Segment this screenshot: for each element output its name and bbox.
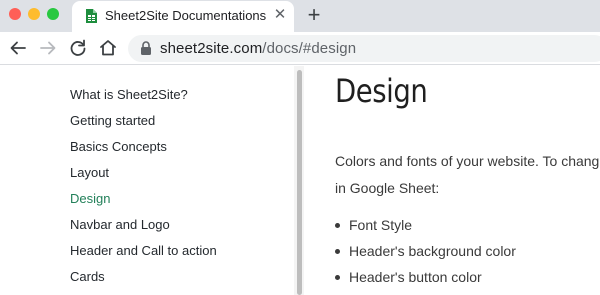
browser-toolbar: sheet2site.com/docs/#design	[0, 32, 600, 65]
list-item-text: Font Style	[349, 217, 413, 233]
intro-line: Colors and fonts of your website. To cha…	[335, 153, 600, 169]
url-path: /docs/#design	[262, 40, 357, 57]
list-item: Header's button color	[335, 264, 516, 290]
sidebar-item-header-and-call-to-action[interactable]: Header and Call to action	[70, 241, 217, 267]
browser-tab-active[interactable]: Sheet2Site Documentations ✕	[72, 1, 294, 32]
intro-line: in Google Sheet:	[335, 180, 440, 196]
new-tab-button[interactable]: +	[303, 3, 325, 27]
docs-main: Design Colors and fonts of your website.…	[335, 66, 600, 295]
list-item-text: Header's background color	[349, 243, 516, 259]
lock-icon[interactable]	[140, 41, 152, 55]
list-item: Font Style	[335, 212, 516, 238]
sidebar-item-layout[interactable]: Layout	[70, 163, 217, 189]
sheets-favicon-icon	[86, 9, 97, 23]
maximize-window-button[interactable]	[47, 8, 59, 20]
close-tab-icon[interactable]: ✕	[270, 5, 290, 25]
sidebar-item-cards[interactable]: Cards	[70, 267, 217, 293]
sidebar-item-getting-started[interactable]: Getting started	[70, 111, 217, 137]
design-options-list: Font Style Header's background color Hea…	[335, 212, 516, 290]
address-bar[interactable]: sheet2site.com/docs/#design	[128, 35, 600, 62]
page-title: Design	[335, 72, 428, 110]
sidebar-scrollbar-thumb[interactable]	[297, 70, 302, 295]
reload-icon[interactable]	[66, 36, 90, 60]
minimize-window-button[interactable]	[28, 8, 40, 20]
bullet-icon	[335, 275, 340, 280]
tab-title: Sheet2Site Documentations	[105, 8, 267, 23]
sidebar-item-navbar-and-logo[interactable]: Navbar and Logo	[70, 215, 217, 241]
close-window-button[interactable]	[9, 8, 21, 20]
list-item: Header's background color	[335, 238, 516, 264]
back-arrow-icon[interactable]	[6, 36, 30, 60]
page-content: What is Sheet2Site? Getting started Basi…	[0, 66, 600, 295]
docs-sidebar: What is Sheet2Site? Getting started Basi…	[70, 85, 217, 293]
tab-strip: Sheet2Site Documentations ✕ +	[0, 0, 600, 32]
sidebar-item-basics-concepts[interactable]: Basics Concepts	[70, 137, 217, 163]
intro-paragraph: Colors and fonts of your website. To cha…	[335, 148, 600, 202]
url-domain: sheet2site.com	[160, 40, 263, 57]
list-item-text: Header's button color	[349, 269, 482, 285]
sidebar-item-what-is-sheet2site[interactable]: What is Sheet2Site?	[70, 85, 217, 111]
home-icon[interactable]	[96, 36, 120, 60]
url-text[interactable]: sheet2site.com/docs/#design	[160, 40, 356, 57]
bullet-icon	[335, 223, 340, 228]
bullet-icon	[335, 249, 340, 254]
sidebar-item-design[interactable]: Design	[70, 189, 217, 215]
forward-arrow-icon[interactable]	[36, 36, 60, 60]
